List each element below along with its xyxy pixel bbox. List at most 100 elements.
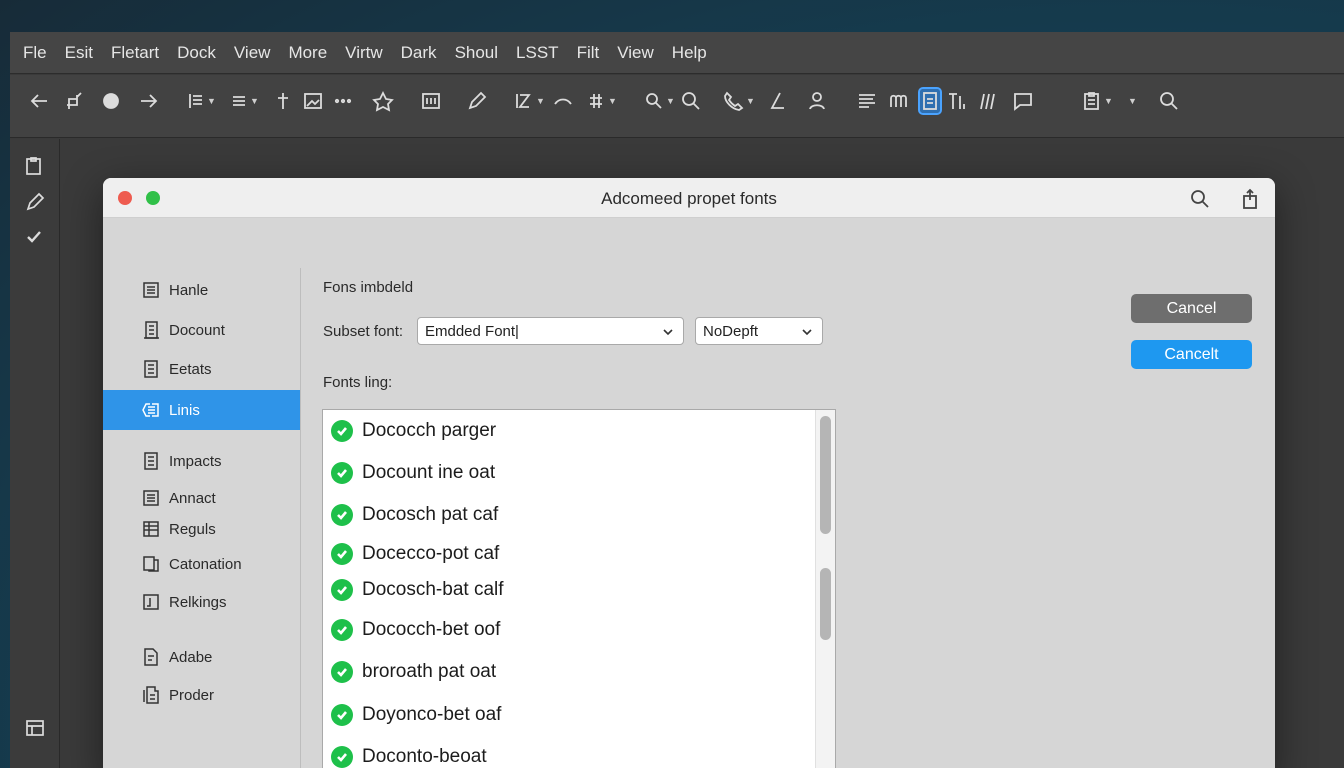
nav-item-linis[interactable]: Linis	[103, 390, 300, 430]
nav-item-reguls[interactable]: Reguls	[103, 509, 300, 549]
menu-help[interactable]: Help	[672, 43, 707, 63]
scroll-thumb[interactable]	[820, 416, 831, 534]
list-item[interactable]: Docosch pat caf	[331, 500, 498, 530]
nav-item-label: Annact	[169, 489, 216, 507]
menu-more[interactable]: More	[288, 43, 327, 63]
text-cursor-icon[interactable]	[946, 89, 968, 113]
more-icon[interactable]	[332, 89, 354, 113]
menu-filt[interactable]: Filt	[577, 43, 600, 63]
scroll-thumb-secondary[interactable]	[820, 568, 831, 640]
pin-icon[interactable]	[274, 89, 292, 113]
pen-icon[interactable]	[466, 89, 488, 113]
menu-lsst[interactable]: LSST	[516, 43, 559, 63]
image-icon[interactable]	[302, 89, 324, 113]
dialog-titlebar: Adcomeed propet fonts	[103, 178, 1275, 218]
nav-item-adabe[interactable]: Adabe	[103, 637, 300, 677]
menu-view[interactable]: View	[234, 43, 271, 63]
menu-virtw[interactable]: Virtw	[345, 43, 382, 63]
crop-icon[interactable]	[64, 89, 86, 113]
search-icon[interactable]	[1189, 188, 1211, 215]
document-icon	[141, 488, 161, 508]
comment-icon[interactable]	[1012, 89, 1034, 113]
align-icon[interactable]: ▼	[187, 89, 216, 113]
clipboard-icon[interactable]: ▼	[1082, 89, 1113, 113]
side-strip	[10, 139, 60, 768]
text-size-icon[interactable]: ▼	[514, 89, 545, 113]
nav-item-label: Reguls	[169, 520, 216, 538]
person-icon[interactable]	[806, 89, 828, 113]
lines-icon[interactable]	[856, 89, 878, 113]
list-item[interactable]: Doyonco-bet oaf	[331, 700, 501, 730]
list-item[interactable]: Dococch-bet oof	[331, 615, 500, 645]
copy-icon	[141, 554, 161, 574]
embed-mode-select[interactable]: NoDepft	[695, 317, 823, 345]
checkmark-icon	[331, 704, 353, 726]
menu-view-2[interactable]: View	[617, 43, 654, 63]
curve-icon[interactable]	[552, 89, 574, 113]
phone-icon[interactable]: ▼	[722, 89, 755, 113]
arrow-left-icon[interactable]	[28, 89, 50, 113]
section-label: Fons imbdeld	[323, 279, 414, 296]
nav-item-hanle[interactable]: Hanle	[103, 270, 300, 310]
pencil-icon[interactable]	[767, 89, 789, 113]
subset-font-value: Emdded Font|	[425, 322, 519, 340]
menu-fletart[interactable]: Fletart	[111, 43, 159, 63]
menu-shoul[interactable]: Shoul	[455, 43, 498, 63]
nav-item-label: Hanle	[169, 281, 209, 299]
menu-dark[interactable]: Dark	[401, 43, 437, 63]
nav-item-label: Proder	[169, 686, 215, 704]
subset-font-select[interactable]: Emdded Font|	[417, 317, 684, 345]
list-item[interactable]: Doconto-beoat	[331, 742, 487, 768]
checkmark-icon	[331, 462, 353, 484]
list-icon[interactable]: ▼	[230, 89, 259, 113]
list-item[interactable]: Dococch parger	[331, 416, 496, 446]
font-list[interactable]: Dococch parger Docount ine oat Docosch p…	[322, 409, 836, 768]
menu-edit[interactable]: Esit	[65, 43, 93, 63]
embed-mode-value: NoDepft	[703, 322, 759, 340]
columns-icon[interactable]	[888, 89, 910, 113]
clipboard-icon[interactable]	[24, 155, 44, 182]
magnify-icon[interactable]	[1158, 89, 1180, 113]
font-name: Docosch-bat calf	[362, 579, 504, 600]
checkmark-icon	[331, 420, 353, 442]
panel-icon[interactable]	[24, 717, 46, 744]
nav-item-docount[interactable]: Docount	[103, 310, 300, 350]
grid-icon[interactable]: ▼	[586, 89, 617, 113]
stamp-icon[interactable]	[372, 89, 394, 113]
menu-dock[interactable]: Dock	[177, 43, 216, 63]
list-item[interactable]: broroath pat oat	[331, 657, 496, 687]
checkmark-icon	[331, 579, 353, 601]
list-item[interactable]: Docosch-bat calf	[331, 575, 504, 605]
embed-fonts-dialog: Adcomeed propet fonts Hanle Docount Eeta…	[103, 178, 1275, 768]
document-icon	[141, 359, 161, 379]
nav-item-proder[interactable]: Proder	[103, 675, 300, 715]
zoom-icon[interactable]: ▼	[644, 89, 675, 113]
page-icon[interactable]	[918, 87, 942, 115]
book-icon	[141, 280, 161, 300]
search-icon[interactable]	[680, 89, 702, 113]
nav-item-eetats[interactable]: Eetats	[103, 349, 300, 389]
nav-item-relkings[interactable]: Relkings	[103, 582, 300, 622]
cancel-button[interactable]: Cancel	[1131, 294, 1252, 323]
list-item[interactable]: Docount ine oat	[331, 458, 495, 488]
nav-item-impacts[interactable]: Impacts	[103, 441, 300, 481]
share-icon[interactable]	[1240, 188, 1260, 215]
arrow-right-icon[interactable]	[138, 89, 160, 113]
doc-edit-icon	[141, 647, 161, 667]
font-name: Docount ine oat	[362, 462, 496, 483]
shape-icon[interactable]	[100, 89, 122, 113]
nav-item-catonation[interactable]: Catonation	[103, 544, 300, 584]
scan-icon[interactable]	[420, 89, 442, 113]
nav-item-label: Impacts	[169, 452, 222, 470]
strokes-icon[interactable]	[976, 89, 998, 113]
chevron-down-icon[interactable]: ▼	[1126, 89, 1137, 113]
check-icon[interactable]	[24, 227, 44, 252]
frame-icon	[141, 592, 161, 612]
scrollbar[interactable]	[815, 410, 835, 768]
list-item[interactable]: Docecco-pot caf	[331, 539, 499, 569]
menu-bar: Fle Esit Fletart Dock View More Virtw Da…	[10, 32, 1344, 74]
checkmark-icon	[331, 661, 353, 683]
pen-icon[interactable]	[24, 191, 46, 218]
primary-button[interactable]: Cancelt	[1131, 340, 1252, 369]
menu-file[interactable]: Fle	[23, 43, 47, 63]
